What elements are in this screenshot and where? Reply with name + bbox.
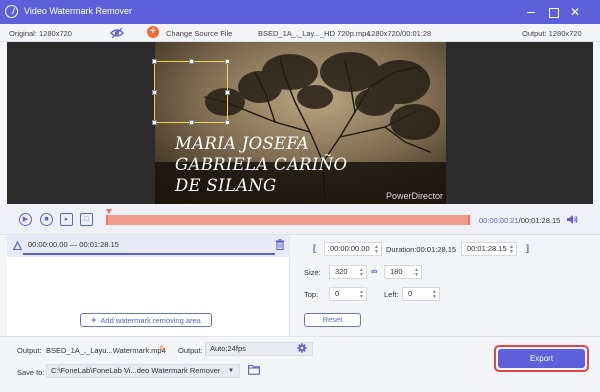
app-logo-icon [5, 5, 18, 18]
start-time-value: 00:00:00.00 [330, 244, 370, 253]
playhead-marker[interactable] [106, 209, 112, 214]
output-resolution: Output: 1280x720 [522, 29, 582, 38]
spinner-icon[interactable]: ▲ ▼ [509, 245, 514, 255]
video-watermark-text: PowerDirector [386, 191, 444, 201]
resize-handle[interactable] [152, 59, 157, 64]
plus-icon: + [91, 315, 97, 325]
trash-icon[interactable] [275, 239, 285, 250]
gear-icon[interactable] [297, 343, 307, 353]
left-value: 0 [408, 289, 413, 298]
add-icon[interactable]: + [147, 26, 159, 38]
reset-button[interactable]: Reset [304, 313, 361, 327]
duration-label: Duration:00:01:28.15 [386, 245, 457, 254]
close-button[interactable]: ✕ [567, 4, 583, 20]
end-time-field[interactable]: 00:01:28.15 ▲ ▼ [461, 242, 517, 256]
folder-icon[interactable] [248, 364, 260, 375]
height-value: 180 [390, 267, 403, 276]
output-format-value: Auto;24fps [210, 344, 246, 353]
resize-handle[interactable] [189, 59, 194, 64]
save-path-dropdown[interactable]: C:\FoneLab\FoneLab Vi...deo Watermark Re… [46, 364, 240, 378]
watermark-selection-box[interactable] [152, 59, 230, 125]
spinner-icon[interactable]: ▲ ▼ [359, 290, 364, 300]
spinner-icon[interactable]: ▲ ▼ [374, 245, 379, 255]
width-value: 320 [335, 267, 348, 276]
left-label: Left: [384, 290, 399, 299]
output-filename: BSED_1A_,_Layu...Watermark.mp4 [46, 346, 166, 355]
maximize-button[interactable] [545, 4, 561, 20]
set-end-icon[interactable]: ] [526, 243, 529, 253]
end-time-value: 00:01:28.15 [467, 244, 507, 253]
minimize-button[interactable] [523, 4, 539, 20]
source-filename: BSED_1A_,_Lay..._HD 720p.mp4 [258, 29, 371, 38]
total-time: /00:01:28.15 [518, 216, 561, 225]
link-icon[interactable]: ∞ [371, 266, 377, 276]
export-button[interactable]: Export [498, 349, 585, 368]
size-label: Size: [304, 268, 321, 277]
current-time: 00:00:00.21 [479, 216, 519, 225]
segment-range: 00:00:00.00 — 00:01:28.15 [28, 240, 119, 249]
spinner-icon[interactable]: ▲ ▼ [359, 268, 364, 278]
resize-handle[interactable] [152, 120, 157, 125]
left-field[interactable]: 0 ▲ ▼ [402, 287, 440, 301]
spinner-icon[interactable]: ▲ ▼ [414, 268, 419, 278]
segment-icon [13, 241, 22, 250]
play-icon[interactable]: ▶ [19, 213, 32, 226]
video-overlay-text: MARIA JOSEFA GABRIELA CARIÑO DE SILANG [175, 133, 347, 196]
spinner-icon[interactable]: ▲ ▼ [432, 290, 437, 300]
resize-handle[interactable] [189, 120, 194, 125]
export-button-highlight[interactable]: Export [494, 345, 589, 372]
add-watermark-area-button[interactable]: + Add watermark removing area [80, 313, 212, 327]
volume-icon[interactable] [566, 214, 578, 225]
chevron-down-icon: ▼ [228, 368, 234, 374]
original-resolution: Original: 1280x720 [9, 29, 72, 38]
change-source-button[interactable]: Change Source File [166, 29, 232, 38]
resize-handle[interactable] [225, 59, 230, 64]
resize-handle[interactable] [225, 120, 230, 125]
time-display: 00:00:00.21/00:01:28.15 [479, 216, 560, 225]
overlay-line: GABRIELA CARIÑO [175, 155, 348, 174]
pencil-icon[interactable]: ✎ [159, 344, 167, 355]
segment-row[interactable]: 00:00:00.00 — 00:01:28.15 [7, 235, 290, 257]
top-label: Top: [304, 290, 319, 299]
source-info: 1280x720/00:01:28 [367, 29, 432, 38]
next-frame-icon[interactable]: ▸ [60, 213, 73, 226]
resize-handle[interactable] [152, 90, 157, 95]
save-path-value: C:\FoneLab\FoneLab Vi...deo Watermark Re… [51, 366, 221, 375]
overlay-line: DE SILANG [175, 176, 277, 195]
set-start-icon[interactable]: [ [313, 243, 316, 253]
overlay-line: MARIA JOSEFA [175, 134, 309, 153]
fullscreen-icon[interactable]: □ [80, 213, 93, 226]
eye-icon[interactable] [110, 27, 124, 39]
playback-controls: ▶ ■ ▸ □ 00:00:00.21/00:01:28.15 [0, 205, 600, 235]
window-title: Video Watermark Remover [24, 6, 133, 16]
width-field[interactable]: 320 ▲ ▼ [329, 265, 367, 279]
height-field[interactable]: 180 ▲ ▼ [384, 265, 422, 279]
info-bar: Original: 1280x720 + Change Source File … [0, 24, 600, 42]
segment-progress [23, 253, 275, 255]
add-area-label: Add watermark removing area [100, 316, 201, 325]
output-label: Output: [17, 346, 42, 355]
resize-handle[interactable] [225, 90, 230, 95]
top-field[interactable]: 0 ▲ ▼ [329, 287, 367, 301]
timeline-bar[interactable] [106, 215, 470, 225]
save-to-label: Save to: [17, 368, 45, 377]
output-format-label: Output: [178, 346, 203, 355]
title-bar: Video Watermark Remover ✕ [0, 0, 600, 24]
stop-icon[interactable]: ■ [40, 213, 53, 226]
top-value: 0 [335, 289, 340, 298]
start-time-field[interactable]: 00:00:00.00 ▲ ▼ [324, 242, 382, 256]
